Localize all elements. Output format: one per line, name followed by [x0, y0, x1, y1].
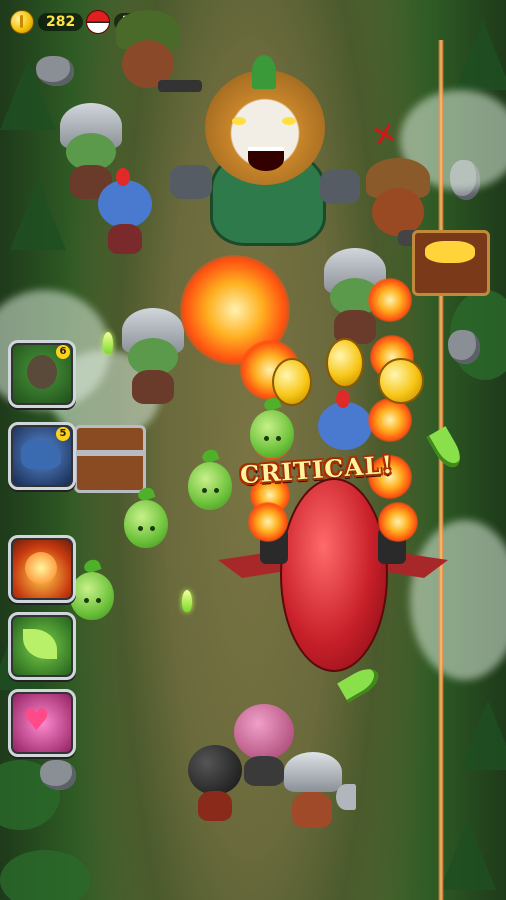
fireball: [368, 398, 412, 442]
hero-body: [292, 792, 332, 828]
gold-coin-icon: [10, 10, 34, 34]
tree: [440, 820, 496, 890]
boss-eye: [232, 117, 246, 125]
skill-heal-heart[interactable]: ♥: [8, 689, 76, 757]
axe-weapon-icon: [336, 784, 356, 810]
gasmask-icon: [27, 355, 57, 389]
green-seed-sprout[interactable]: [250, 410, 294, 458]
green-seed-sprout[interactable]: [124, 500, 168, 548]
dwarf-beard: [372, 188, 424, 236]
coin-count: 282: [38, 13, 84, 31]
fireball: [368, 278, 412, 322]
goblin-mohawk: [336, 390, 350, 408]
game-stage[interactable]: 282 2: [0, 0, 506, 900]
engine-flame: [378, 502, 418, 542]
green-bullet: [182, 590, 192, 612]
dragon-icon: [21, 439, 61, 469]
hero-level-badge: 5: [56, 427, 70, 441]
skill-fire-fan[interactable]: [8, 535, 76, 603]
engine-flame: [248, 502, 288, 542]
rock: [40, 760, 76, 790]
boss-eye: [282, 117, 296, 125]
red-white-ball-icon: [86, 10, 110, 34]
airship-balloon: [280, 478, 388, 672]
gun-barrel: [158, 80, 202, 92]
gold-pile-icon: [425, 241, 475, 263]
heart-plus-icon: ♥: [23, 703, 50, 738]
coin-counter: 282: [10, 8, 84, 36]
chest-band: [77, 450, 143, 456]
viking-helmet: [284, 752, 342, 792]
hero-level-badge: 6: [56, 345, 70, 359]
skill-nature-leaf[interactable]: [8, 612, 76, 680]
leaf-icon: [23, 629, 57, 659]
fire-fan-icon: [25, 552, 57, 584]
gold-coin-drop[interactable]: [326, 338, 364, 388]
goblin-head: [98, 180, 152, 228]
hero-body: [198, 791, 232, 821]
tree: [460, 700, 506, 770]
rock: [448, 330, 480, 364]
blue-goblin-enemy[interactable]: [92, 168, 158, 258]
rock: [36, 56, 74, 86]
boss-claw: [170, 165, 212, 199]
gold-coin-drop[interactable]: [378, 358, 424, 404]
boss-claw: [320, 170, 360, 204]
tree: [455, 20, 506, 90]
goblin-head: [318, 402, 372, 450]
leaf-crown-icon: [252, 55, 276, 89]
goblin-body: [108, 224, 142, 254]
viking-hero[interactable]: [278, 748, 358, 838]
boss-mouth: [248, 147, 284, 171]
red-airship-enemy[interactable]: [218, 478, 448, 688]
orc-body: [132, 370, 174, 404]
goblin-mohawk: [116, 168, 130, 186]
hero-card-gasmask-bomber[interactable]: 6: [8, 340, 76, 408]
treasure-chest-closed[interactable]: [74, 425, 146, 493]
treasure-chest-open[interactable]: [412, 230, 490, 296]
hero-card-blue-dragon[interactable]: 5: [8, 422, 76, 490]
green-seed-sprout[interactable]: [70, 572, 114, 620]
green-bullet: [103, 332, 113, 354]
